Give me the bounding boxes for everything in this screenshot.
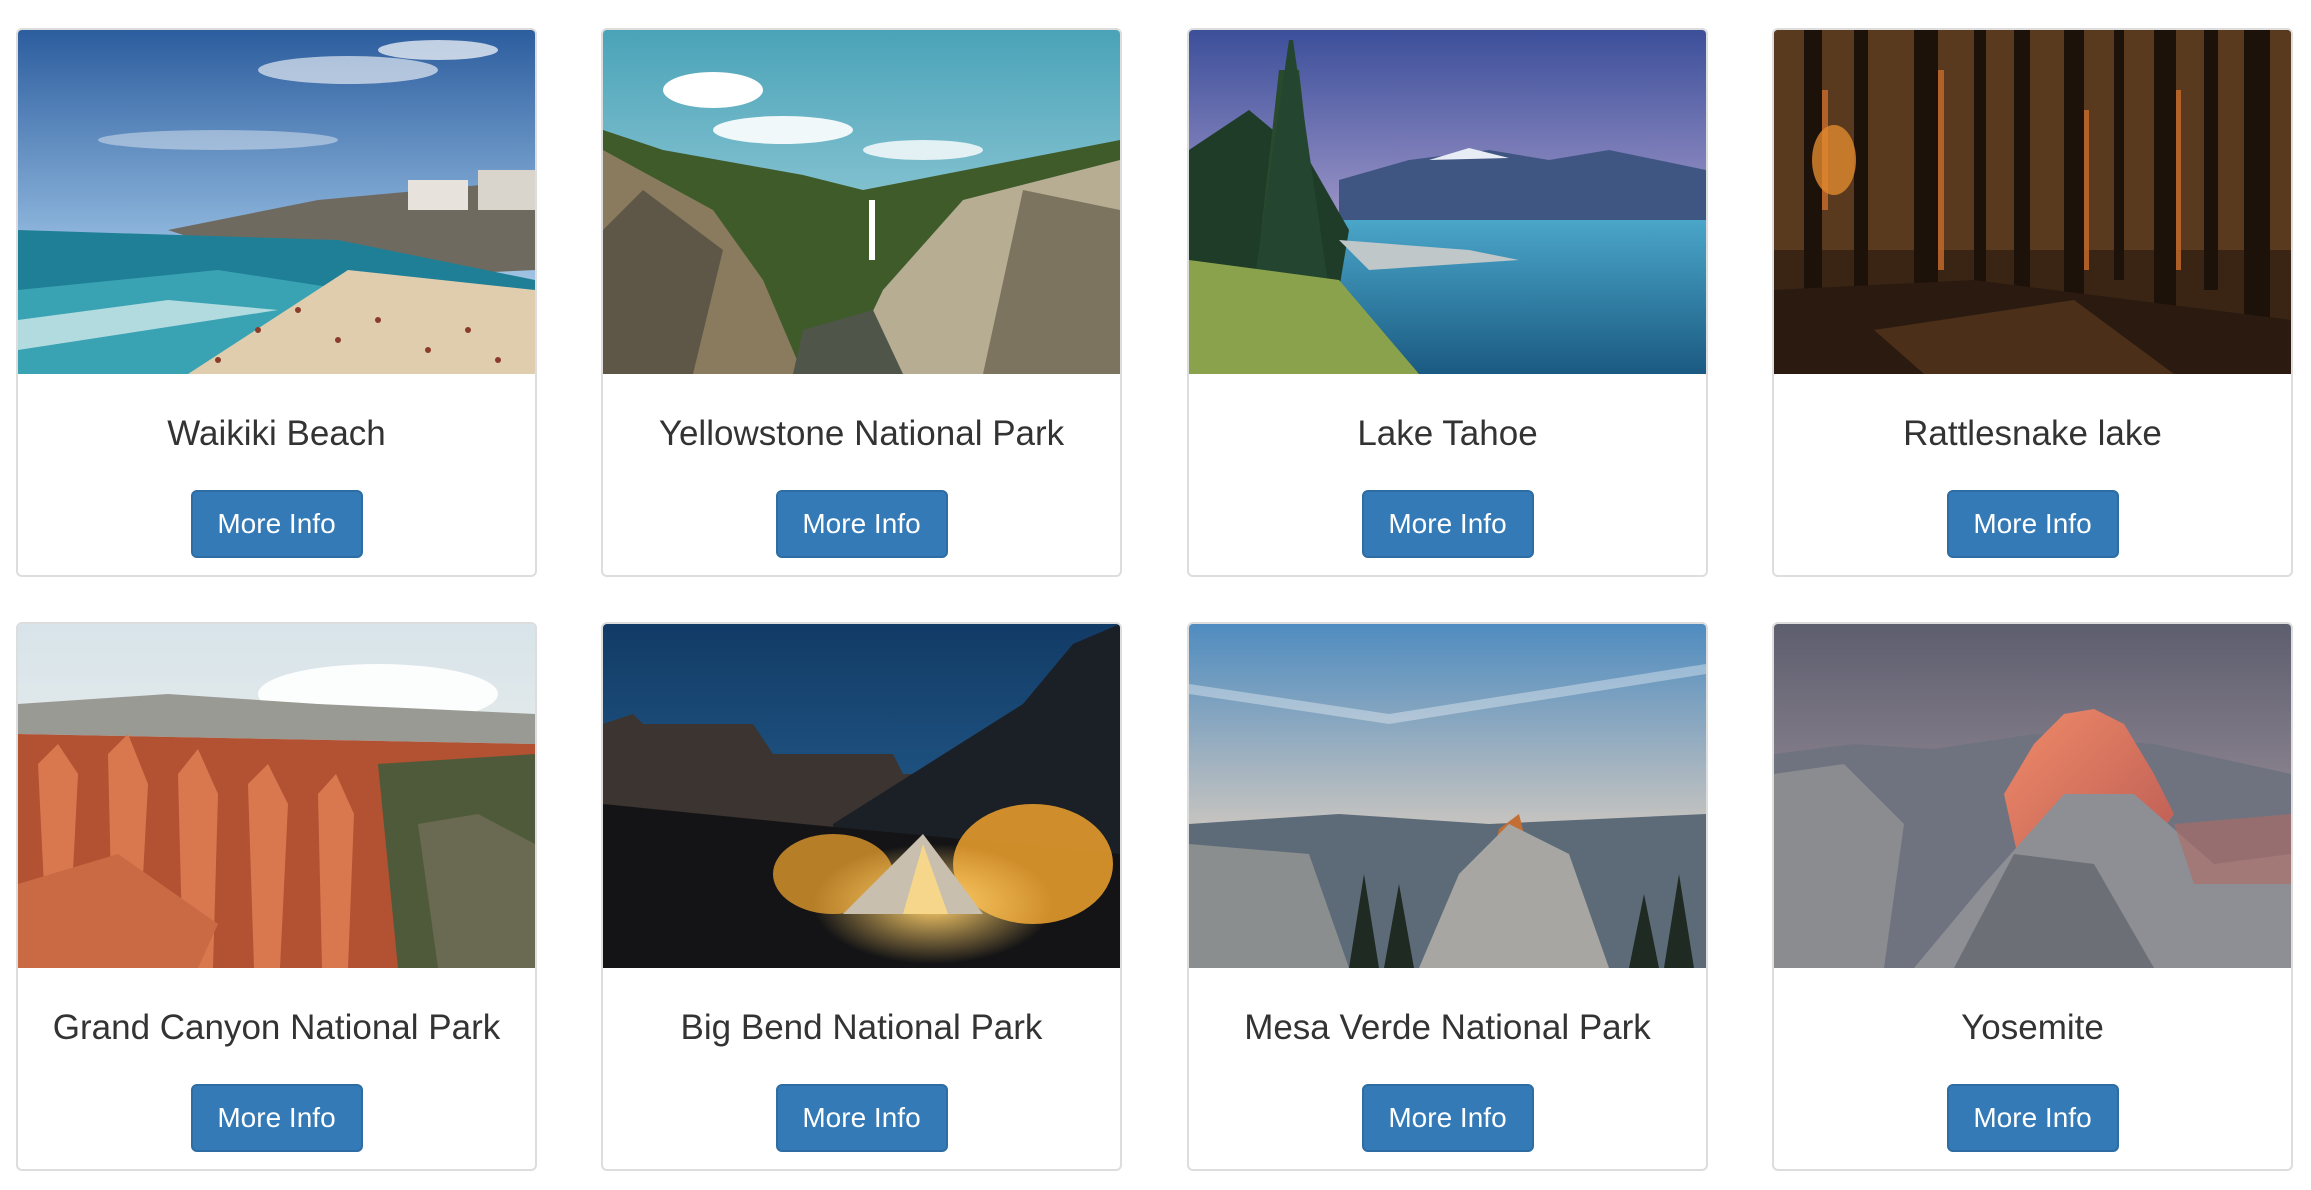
destination-card-yosemite: Yosemite More Info [1772, 622, 2293, 1171]
destinations-grid: Waikiki Beach More Info Yellowstone Nati… [0, 0, 2311, 1190]
card-title: Rattlesnake lake [1903, 414, 2162, 453]
card-title: Yellowstone National Park [658, 414, 1065, 453]
rattlesnake-lake-image[interactable] [1774, 30, 2291, 374]
card-title: Yosemite [1961, 1008, 2104, 1047]
yosemite-image[interactable] [1774, 624, 2291, 968]
more-info-button[interactable]: More Info [1946, 1084, 2119, 1152]
yellowstone-image[interactable] [603, 30, 1120, 374]
big-bend-image[interactable] [603, 624, 1120, 968]
destination-card-mesa-verde: Mesa Verde National Park More Info [1187, 622, 1708, 1171]
more-info-button[interactable]: More Info [1361, 490, 1534, 558]
grand-canyon-image[interactable] [18, 624, 535, 968]
more-info-button[interactable]: More Info [190, 490, 363, 558]
destination-card-grand-canyon: Grand Canyon National Park More Info [16, 622, 537, 1171]
waikiki-beach-image[interactable] [18, 30, 535, 374]
destination-card-rattlesnake-lake: Rattlesnake lake More Info [1772, 28, 2293, 577]
destination-card-lake-tahoe: Lake Tahoe More Info [1187, 28, 1708, 577]
card-title: Big Bend National Park [680, 1008, 1043, 1047]
more-info-button[interactable]: More Info [190, 1084, 363, 1152]
more-info-button[interactable]: More Info [1361, 1084, 1534, 1152]
destination-card-yellowstone: Yellowstone National Park More Info [601, 28, 1122, 577]
lake-tahoe-image[interactable] [1189, 30, 1706, 374]
card-title: Grand Canyon National Park [52, 1008, 501, 1047]
more-info-button[interactable]: More Info [1946, 490, 2119, 558]
card-title: Waikiki Beach [167, 414, 386, 453]
destination-card-waikiki-beach: Waikiki Beach More Info [16, 28, 537, 577]
card-title: Mesa Verde National Park [1244, 1008, 1651, 1047]
destination-card-big-bend: Big Bend National Park More Info [601, 622, 1122, 1171]
card-title: Lake Tahoe [1357, 414, 1538, 453]
more-info-button[interactable]: More Info [775, 490, 948, 558]
more-info-button[interactable]: More Info [775, 1084, 948, 1152]
mesa-verde-image[interactable] [1189, 624, 1706, 968]
